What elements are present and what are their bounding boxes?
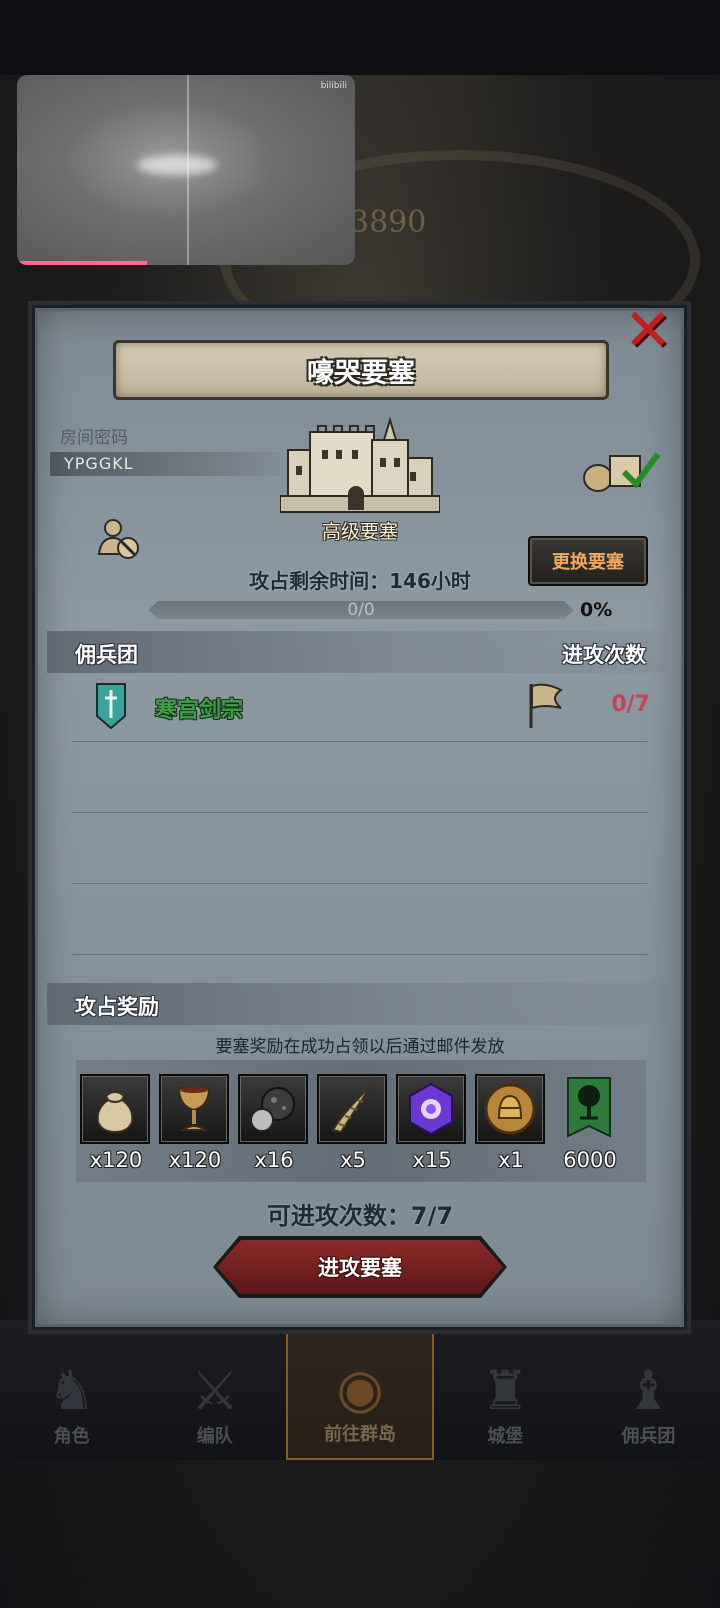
attack-fortress-button[interactable]: 进攻要塞 <box>217 1240 503 1294</box>
row-divider <box>72 883 648 884</box>
castle-icon: ♜ <box>481 1359 530 1422</box>
progress-percent: 0% <box>580 599 613 621</box>
attack-count: 可进攻次数：7/7 <box>266 1202 454 1230</box>
ore-icon <box>250 1087 295 1132</box>
goblet-icon <box>177 1087 211 1131</box>
reward-item[interactable]: x5 <box>317 1074 396 1184</box>
mercenary-name: 寒宫剑宗 <box>155 698 244 723</box>
reward-frame <box>317 1074 387 1144</box>
reward-frame <box>396 1074 466 1144</box>
mercenary-row[interactable]: 寒宫剑宗 0/7 <box>70 680 650 740</box>
video-watermark: bilibili <box>320 81 347 91</box>
reward-item[interactable]: 6000 <box>554 1074 633 1184</box>
horn-icon <box>331 1085 372 1134</box>
nav-item-formation[interactable]: ⚔ 编队 <box>143 1320 286 1460</box>
reward-list: x120 x120 x16 x5 x15 x1 6000 <box>80 1074 633 1184</box>
tree-banner-icon <box>567 1077 611 1138</box>
video-progress <box>17 261 147 265</box>
mercenary-attack-count: 0/7 <box>611 692 650 717</box>
reward-frame <box>159 1074 229 1144</box>
reward-qty: x15 <box>412 1148 452 1172</box>
nav-label: 编队 <box>196 1426 233 1447</box>
no-user-icon[interactable] <box>96 516 142 562</box>
mercenary-icon: ♝ <box>624 1359 673 1422</box>
supply-check-icon[interactable] <box>582 444 662 494</box>
reward-frame <box>554 1074 624 1144</box>
formation-icon: ⚔ <box>190 1359 240 1422</box>
reward-qty: 6000 <box>563 1148 617 1172</box>
row-divider <box>72 954 648 955</box>
nav-label: 佣兵团 <box>621 1426 676 1447</box>
background-score: 3890 <box>350 205 427 240</box>
nav-item-islands[interactable]: ◉ 前往群岛 <box>286 1320 434 1460</box>
castle-icon <box>280 416 440 513</box>
video-overlay[interactable]: bilibili <box>17 75 355 265</box>
time-remaining: 攻占剩余时间：146小时 <box>249 569 471 593</box>
reward-frame <box>238 1074 308 1144</box>
reward-qty: x120 <box>89 1148 143 1172</box>
reward-header: 攻占奖励 <box>75 995 159 1019</box>
reward-frame <box>80 1074 150 1144</box>
purple-gem-icon <box>409 1082 453 1136</box>
nav-label: 角色 <box>53 1426 90 1447</box>
row-divider <box>72 812 648 813</box>
room-password-label: 房间密码 <box>60 428 128 448</box>
knight-icon: ♞ <box>47 1359 96 1422</box>
reward-item[interactable]: x15 <box>396 1074 475 1184</box>
reward-item[interactable]: x16 <box>238 1074 317 1184</box>
title-banner: 嚎哭要塞 <box>113 340 609 400</box>
flag-icon <box>529 683 563 728</box>
row-divider <box>72 741 648 742</box>
video-glow <box>137 155 217 175</box>
reward-note: 要塞奖励在成功占领以后通过邮件发放 <box>215 1037 505 1057</box>
close-button[interactable]: ✕ <box>623 301 673 359</box>
reward-item[interactable]: x120 <box>159 1074 238 1184</box>
nav-label: 前往群岛 <box>324 1424 396 1445</box>
reward-qty: x5 <box>340 1148 366 1172</box>
nav-item-mercenary[interactable]: ♝ 佣兵团 <box>577 1320 720 1460</box>
video-line <box>187 75 189 265</box>
reward-item[interactable]: x120 <box>80 1074 159 1184</box>
nav-label: 城堡 <box>487 1426 524 1447</box>
bottom-nav: ♞ 角色 ⚔ 编队 ◉ 前往群岛 ♜ 城堡 ♝ 佣兵团 <box>0 1320 720 1460</box>
reward-qty: x16 <box>254 1148 294 1172</box>
reward-qty: x120 <box>168 1148 222 1172</box>
coin-bag-icon <box>96 1091 134 1134</box>
close-icon: ✕ <box>623 296 673 364</box>
helmet-medal-icon <box>484 1083 536 1135</box>
mercenary-header: 佣兵团 <box>75 643 138 667</box>
progress-text: 0/0 <box>347 600 375 620</box>
globe-icon: ◉ <box>336 1357 384 1420</box>
nav-item-role[interactable]: ♞ 角色 <box>0 1320 143 1460</box>
reward-item[interactable]: x1 <box>475 1074 554 1184</box>
dialog-title: 嚎哭要塞 <box>307 357 415 389</box>
reward-qty: x1 <box>498 1148 524 1172</box>
reward-frame <box>475 1074 545 1144</box>
attacks-header: 进攻次数 <box>562 643 646 667</box>
room-password-value: YPGGKL <box>64 454 134 473</box>
nav-item-castle[interactable]: ♜ 城堡 <box>434 1320 577 1460</box>
guild-shield-icon <box>96 683 126 730</box>
attack-button-label: 进攻要塞 <box>318 1256 402 1280</box>
